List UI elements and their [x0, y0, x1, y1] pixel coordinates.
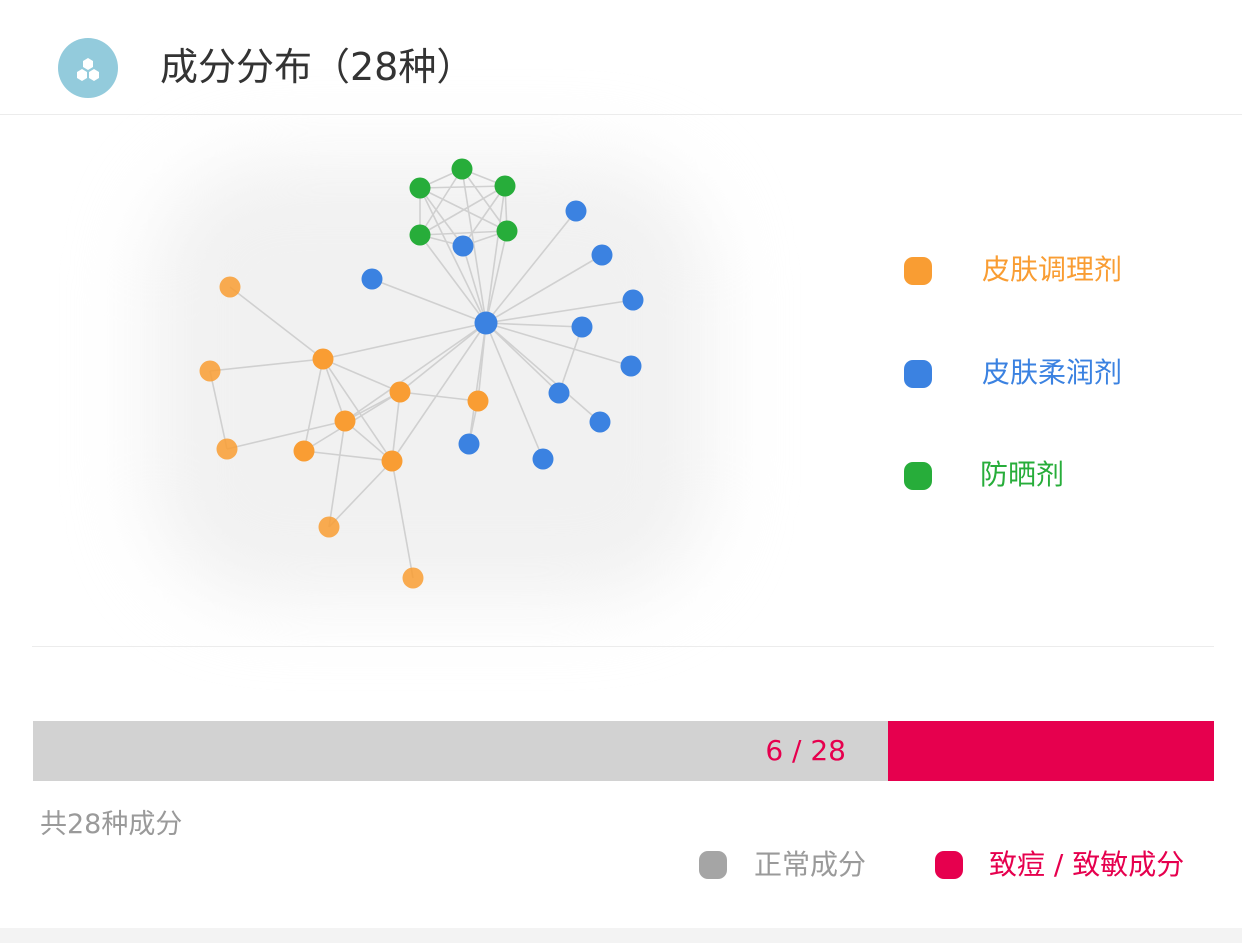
network-edge [477, 322, 487, 402]
card-header: 成分分布（28种） [0, 0, 1242, 115]
network-edge [399, 322, 487, 393]
network-edge [419, 185, 506, 189]
flagged-ratio-fill [888, 721, 1214, 781]
network-node-orange[interactable] [389, 381, 411, 403]
safety-ratio-bar: 6 / 28 [33, 721, 1214, 781]
network-edge [209, 358, 324, 372]
page-title: 成分分布（28种） [160, 45, 475, 89]
network-node-blue[interactable] [548, 382, 570, 404]
network-node-blue[interactable] [532, 448, 554, 470]
network-node-green[interactable] [451, 158, 473, 180]
network-node-orange[interactable] [381, 450, 403, 472]
network-node-orange[interactable] [312, 348, 334, 370]
network-node-green[interactable] [409, 177, 431, 199]
network-node-blue[interactable] [565, 200, 587, 222]
network-node-orange[interactable] [467, 390, 489, 412]
network-node-orange[interactable] [219, 276, 241, 298]
network-node-blue[interactable] [452, 235, 474, 257]
legend-item-sunscreen[interactable]: 防晒剂 [904, 451, 1204, 501]
network-node-orange[interactable] [293, 440, 315, 462]
network-edge [226, 420, 346, 450]
network-edge [344, 322, 487, 422]
network-node-orange[interactable] [199, 360, 221, 382]
network-edge [485, 254, 603, 324]
ingredient-card: 成分分布（28种） 皮肤调理剂 皮肤柔润剂 防晒剂 6 / 28 共28种成分 … [0, 0, 1242, 928]
network-node-orange[interactable] [216, 438, 238, 460]
network-edge [485, 322, 601, 423]
network-edge [303, 358, 324, 452]
legend-label-flagged: 致痘 / 致敏成分 [989, 848, 1185, 881]
legend-label-normal: 正常成分 [754, 848, 867, 881]
network-edge [391, 460, 414, 579]
network-edge [322, 322, 487, 360]
network-node-blue[interactable] [571, 316, 593, 338]
network-edge [485, 299, 634, 324]
network-edge [328, 460, 393, 528]
network-node-orange[interactable] [402, 567, 424, 589]
total-ingredients-text: 共28种成分 [40, 809, 183, 840]
network-node-blue[interactable] [589, 411, 611, 433]
network-edge [485, 322, 583, 328]
legend-item-emollient[interactable]: 皮肤柔润剂 [904, 349, 1204, 399]
network-node-orange[interactable] [318, 516, 340, 538]
network-edge [419, 230, 508, 236]
network-node-blue[interactable] [591, 244, 613, 266]
network-node-blue[interactable] [620, 355, 642, 377]
legend-dot-sunscreen [904, 462, 932, 490]
network-node-blue[interactable] [458, 433, 480, 455]
legend-label-emollient: 皮肤柔润剂 [982, 356, 1123, 389]
network-node-green[interactable] [494, 175, 516, 197]
legend-dot-emollient [904, 360, 932, 388]
network-node-blue[interactable] [361, 268, 383, 290]
legend-dot-flagged [935, 851, 963, 879]
network-edge [328, 420, 346, 528]
network-edge [229, 286, 324, 360]
molecule-icon [58, 38, 118, 98]
ingredient-network [199, 158, 644, 589]
ratio-text: 6 / 28 [765, 734, 846, 767]
legend-dot-normal [699, 851, 727, 879]
network-node-blue[interactable] [622, 289, 644, 311]
legend-label-conditioner: 皮肤调理剂 [982, 253, 1123, 286]
legend-dot-conditioner [904, 257, 932, 285]
network-edge [303, 450, 393, 462]
legend-item-conditioner[interactable]: 皮肤调理剂 [904, 246, 1204, 296]
network-node-blue[interactable] [474, 311, 498, 335]
network-edge [209, 370, 228, 450]
legend-label-sunscreen: 防晒剂 [980, 458, 1065, 491]
network-node-green[interactable] [496, 220, 518, 242]
network-node-orange[interactable] [334, 410, 356, 432]
network-edge [485, 322, 544, 460]
section-divider [32, 646, 1214, 647]
network-node-green[interactable] [409, 224, 431, 246]
